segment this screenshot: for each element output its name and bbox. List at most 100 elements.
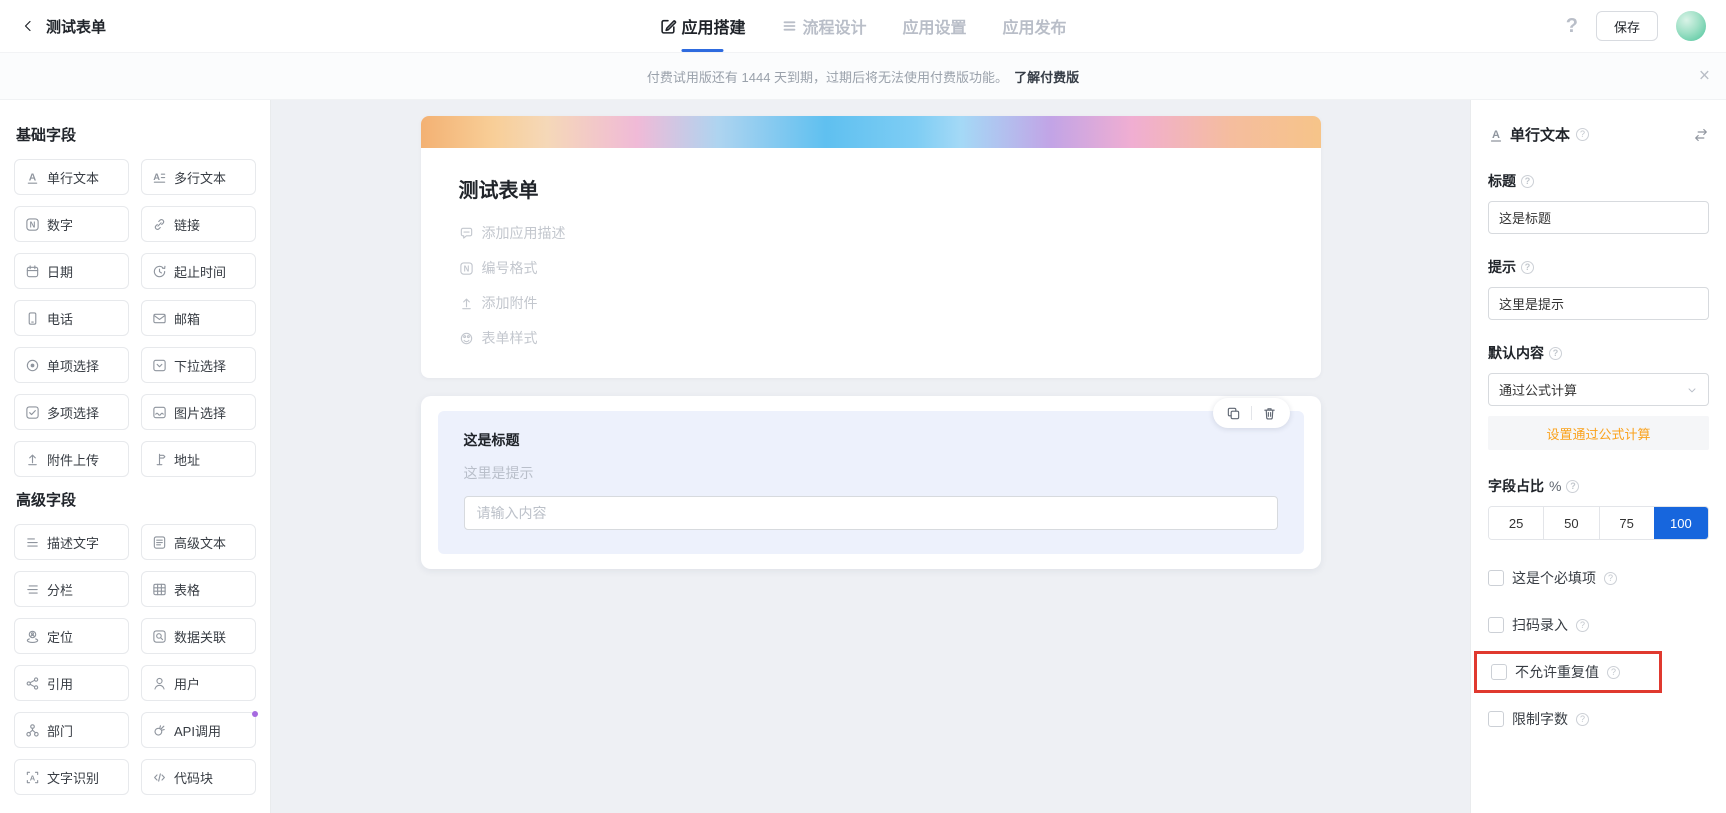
field-button-code-block[interactable]: 代码块 (141, 759, 256, 795)
field-button-radio-select[interactable]: 单项选择 (14, 347, 129, 383)
style-palette-icon (460, 332, 472, 344)
advanced-field-grid: 描述文字 高级文本 分栏 表格 定位 数据关联 引用 用户 部门 API调用 A… (14, 524, 258, 795)
back-button[interactable] (20, 18, 36, 34)
default-content-select[interactable]: 通过公式计算 (1488, 373, 1709, 406)
field-button-image-select[interactable]: 图片选择 (141, 394, 256, 430)
field-button-attachment-upload[interactable]: 附件上传 (14, 441, 129, 477)
width-option-50[interactable]: 50 (1543, 507, 1599, 539)
field-button-date[interactable]: 日期 (14, 253, 129, 289)
help-circle-icon[interactable]: ? (1576, 618, 1589, 632)
no-duplicate-checkbox[interactable] (1491, 664, 1507, 680)
add-attachment-option[interactable]: 添加附件 (459, 293, 1283, 313)
field-button-number[interactable]: N 数字 (14, 206, 129, 242)
upload-icon (461, 298, 471, 309)
form-header-card: 测试表单 添加应用描述 N 编号格式 添加附件 表单样式 (420, 116, 1321, 378)
page-title: 测试表单 (46, 18, 107, 36)
number-icon: N (459, 261, 473, 275)
hint-setting-label: 提示 ? (1488, 257, 1709, 277)
title-setting-label: 标题 ? (1488, 171, 1709, 191)
email-icon (153, 313, 166, 323)
selected-field-single-line-text[interactable]: 这是标题 这里是提示 (437, 398, 1304, 554)
help-circle-icon[interactable]: ? (1607, 665, 1620, 679)
flow-icon (783, 21, 796, 31)
required-checkbox[interactable] (1488, 570, 1504, 586)
field-button-location[interactable]: 定位 (14, 618, 129, 654)
swap-field-type-icon[interactable] (1693, 127, 1709, 143)
tab-app-settings[interactable]: 应用设置 (903, 0, 967, 52)
form-banner (420, 116, 1321, 148)
edit-icon (661, 19, 677, 34)
learn-paid-link[interactable]: 了解付费版 (1014, 67, 1079, 86)
field-button-phone[interactable]: 电话 (14, 300, 129, 336)
dropdown-icon (153, 359, 166, 371)
width-option-25[interactable]: 25 (1489, 507, 1544, 539)
form-style-option[interactable]: 表单样式 (459, 328, 1283, 348)
field-text-input[interactable] (463, 496, 1278, 530)
help-circle-icon[interactable]: ? (1566, 479, 1580, 493)
field-button-user[interactable]: 用户 (141, 665, 256, 701)
field-button-columns[interactable]: 分栏 (14, 571, 129, 607)
tab-app-build[interactable]: 应用搭建 (659, 0, 745, 52)
single-line-text-icon: A (1490, 129, 1502, 142)
field-button-table[interactable]: 表格 (141, 571, 256, 607)
field-button-data-link[interactable]: 数据关联 (141, 618, 256, 654)
avatar[interactable] (1676, 11, 1706, 41)
radio-icon (26, 359, 39, 371)
single-line-text-icon: A (27, 172, 38, 184)
copy-icon[interactable] (1226, 406, 1241, 421)
field-button-description-text[interactable]: 描述文字 (14, 524, 129, 560)
number-format-option[interactable]: N 编号格式 (459, 258, 1283, 278)
field-button-reference[interactable]: 引用 (14, 665, 129, 701)
checkbox-icon (26, 405, 39, 419)
comment-icon (460, 227, 472, 239)
field-button-rich-text[interactable]: 高级文本 (141, 524, 256, 560)
reference-icon (26, 676, 39, 690)
help-circle-icon[interactable]: ? (1576, 128, 1590, 141)
help-circle-icon[interactable]: ? (1549, 346, 1562, 360)
field-button-multi-line-text[interactable]: A 多行文本 (141, 159, 256, 195)
help-circle-icon[interactable]: ? (1521, 260, 1534, 274)
trial-notice-text: 付费试用版还有 1444 天到期，过期后将无法使用付费版功能。 (646, 69, 1009, 85)
width-option-100[interactable]: 100 (1653, 507, 1708, 539)
add-description-option[interactable]: 添加应用描述 (459, 223, 1283, 243)
field-button-dropdown-select[interactable]: 下拉选择 (141, 347, 256, 383)
field-button-email[interactable]: 邮箱 (141, 300, 256, 336)
tab-flow-design[interactable]: 流程设计 (781, 0, 867, 52)
field-button-link[interactable]: 链接 (141, 206, 256, 242)
help-circle-icon[interactable]: ? (1521, 174, 1534, 188)
multi-line-text-icon: A (153, 171, 166, 183)
help-circle-icon[interactable]: ? (1576, 712, 1589, 726)
svg-text:A: A (30, 773, 36, 782)
field-button-multi-select[interactable]: 多项选择 (14, 394, 129, 430)
required-checkbox-row: 这是个必填项 ? (1488, 568, 1709, 588)
hint-setting-input[interactable] (1488, 287, 1709, 320)
field-button-address[interactable]: 地址 (141, 441, 256, 477)
trash-icon[interactable] (1262, 406, 1277, 421)
field-settings-panel: A 单行文本 ? 标题 ? 提示 ? 默认内容 ? 通过公式计算 设置通过公式计… (1470, 100, 1726, 813)
ocr-icon: A (26, 771, 39, 783)
upload-icon (28, 454, 37, 465)
formula-setting-link[interactable]: 设置通过公式计算 (1488, 416, 1709, 450)
field-button-department[interactable]: 部门 (14, 712, 129, 748)
save-button[interactable]: 保存 (1595, 11, 1658, 41)
field-button-single-line-text[interactable]: A 单行文本 (14, 159, 129, 195)
width-option-75[interactable]: 75 (1598, 507, 1654, 539)
title-setting-input[interactable] (1488, 201, 1709, 234)
description-icon (27, 537, 38, 547)
field-button-ocr[interactable]: A 文字识别 (14, 759, 129, 795)
tab-app-publish[interactable]: 应用发布 (1003, 0, 1067, 52)
field-width-label: 字段占比 % ? (1488, 476, 1709, 496)
link-icon (154, 218, 165, 230)
user-icon (154, 677, 165, 689)
field-button-api-call[interactable]: API调用 (141, 711, 258, 748)
phone-icon (28, 311, 37, 325)
help-icon[interactable]: ? (1566, 15, 1578, 38)
top-bar: 测试表单 应用搭建 流程设计 应用设置 应用发布 ? 保存 (0, 0, 1726, 53)
char-limit-checkbox[interactable] (1488, 711, 1504, 727)
scan-input-checkbox[interactable] (1488, 617, 1504, 633)
image-icon (153, 406, 166, 418)
field-width-segmented-control: 25 50 75 100 (1488, 506, 1709, 540)
help-circle-icon[interactable]: ? (1604, 571, 1617, 585)
close-icon[interactable]: × (1699, 67, 1710, 86)
field-button-time-range[interactable]: 起止时间 (141, 253, 256, 289)
